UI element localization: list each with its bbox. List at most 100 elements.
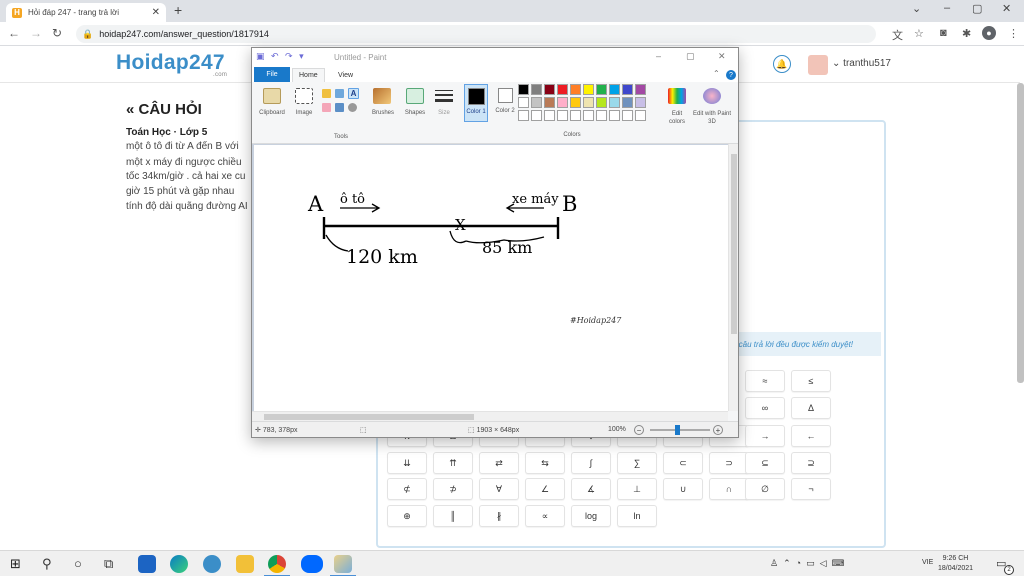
size-group[interactable]: Size xyxy=(432,84,456,142)
math-key[interactable]: ∦ xyxy=(479,505,519,527)
palette-swatch[interactable] xyxy=(609,84,620,95)
palette-swatch[interactable] xyxy=(635,84,646,95)
telegram-app-icon[interactable] xyxy=(203,555,221,573)
math-key[interactable]: ∠ xyxy=(525,478,565,500)
zalo-app-icon[interactable] xyxy=(301,555,323,573)
edit-colors-group[interactable]: Edit colors xyxy=(664,84,690,142)
tab-close-icon[interactable]: ✕ xyxy=(152,7,160,18)
extensions-puzzle-icon[interactable]: ✱ xyxy=(962,27,971,40)
palette-swatch[interactable] xyxy=(570,97,581,108)
keyboard-icon[interactable]: ⌨ xyxy=(832,558,850,568)
quick-access-toolbar[interactable]: ▣ ↶ ↷ ▾ xyxy=(256,51,306,62)
palette-swatch[interactable] xyxy=(531,84,542,95)
address-bar[interactable]: 🔒 hoidap247.com/answer_question/1817914 xyxy=(76,25,876,43)
brushes-group[interactable]: Brushes xyxy=(366,84,400,142)
math-key[interactable]: Δ xyxy=(791,397,831,419)
palette-swatch[interactable] xyxy=(583,110,594,121)
palette-swatch[interactable] xyxy=(544,110,555,121)
math-key[interactable]: ⊥ xyxy=(617,478,657,500)
translate-icon[interactable]: 文 xyxy=(892,27,903,43)
palette-swatch[interactable] xyxy=(596,97,607,108)
user-avatar[interactable] xyxy=(808,55,828,75)
image-group[interactable]: Image xyxy=(290,84,318,142)
math-key[interactable]: ∞ xyxy=(745,397,785,419)
palette-swatch[interactable] xyxy=(635,97,646,108)
palette-swatch[interactable] xyxy=(518,110,529,121)
color1-button[interactable]: Color 1 xyxy=(464,84,488,122)
horizontal-scroll-thumb[interactable] xyxy=(264,414,474,420)
paint-canvas[interactable]: A ô tô xe máy B X 120 km 85 km #Hoidap24… xyxy=(254,145,728,411)
zoom-slider[interactable] xyxy=(650,429,710,431)
math-key[interactable]: ¬ xyxy=(791,478,831,500)
palette-swatch[interactable] xyxy=(544,97,555,108)
paint-file-tab[interactable]: File xyxy=(254,67,290,82)
mail-app-icon[interactable] xyxy=(138,555,156,573)
palette-swatch[interactable] xyxy=(583,97,594,108)
math-key[interactable]: ⊂ xyxy=(663,452,703,474)
math-key[interactable]: ∝ xyxy=(525,505,565,527)
math-key[interactable]: ln xyxy=(617,505,657,527)
math-key[interactable]: ≤ xyxy=(791,370,831,392)
tray-overflow-icon[interactable]: ⌃ xyxy=(783,558,796,568)
palette-swatch[interactable] xyxy=(609,110,620,121)
start-windows-icon[interactable]: ⊞ xyxy=(10,556,21,572)
notification-bell-icon[interactable]: 🔔 xyxy=(773,55,791,73)
vertical-scroll-thumb[interactable] xyxy=(731,154,737,334)
canvas-horizontal-scrollbar[interactable] xyxy=(252,411,728,421)
file-explorer-icon[interactable] xyxy=(236,555,254,573)
taskbar-search-icon[interactable]: ⚲ xyxy=(42,556,52,572)
people-icon[interactable]: ♙ xyxy=(770,558,783,568)
palette-swatch[interactable] xyxy=(596,110,607,121)
palette-swatch[interactable] xyxy=(583,84,594,95)
palette-swatch[interactable] xyxy=(518,84,529,95)
window-maximize-icon[interactable]: ▢ xyxy=(972,2,982,15)
math-key[interactable]: ⇆ xyxy=(525,452,565,474)
username[interactable]: ⌄ tranthu517 xyxy=(832,58,891,69)
color-picker-icon[interactable] xyxy=(335,103,344,112)
edge-app-icon[interactable] xyxy=(170,555,188,573)
paint-maximize-icon[interactable]: ▢ xyxy=(686,51,695,62)
math-key[interactable]: ⇄ xyxy=(479,452,519,474)
volume-icon[interactable]: ◁ xyxy=(820,558,832,568)
math-key[interactable]: ← xyxy=(791,425,831,447)
zoom-in-icon[interactable]: + xyxy=(713,425,723,435)
math-key[interactable]: ∪ xyxy=(663,478,703,500)
new-tab-button[interactable]: + xyxy=(174,2,182,18)
browser-profile-icon[interactable]: ● xyxy=(982,26,996,40)
math-key[interactable]: ⊃ xyxy=(709,452,749,474)
fill-icon[interactable] xyxy=(335,89,344,98)
browser-tab[interactable]: H Hỏi đáp 247 - trang trả lời ✕ xyxy=(6,3,166,22)
palette-swatch[interactable] xyxy=(570,84,581,95)
palette-swatch[interactable] xyxy=(557,84,568,95)
paint-app-icon[interactable] xyxy=(334,555,352,573)
math-key[interactable]: ⇈ xyxy=(433,452,473,474)
math-key[interactable]: → xyxy=(745,425,785,447)
zoom-out-icon[interactable]: − xyxy=(634,425,644,435)
chrome-app-icon[interactable] xyxy=(268,555,286,573)
bookmark-star-icon[interactable]: ☆ xyxy=(914,27,924,40)
system-tray[interactable]: ♙⌃◔▭◁⌨ xyxy=(770,558,850,569)
paint3d-group[interactable]: Edit with Paint 3D xyxy=(692,84,732,142)
palette-swatch[interactable] xyxy=(622,97,633,108)
taskbar-clock[interactable]: 9:26 CH 18/04/2021 xyxy=(938,554,973,574)
math-key[interactable]: ║ xyxy=(433,505,473,527)
language-indicator[interactable]: VIE xyxy=(922,559,933,566)
palette-swatch[interactable] xyxy=(609,97,620,108)
math-key[interactable]: ⊄ xyxy=(387,478,427,500)
math-key[interactable]: ∅ xyxy=(745,478,785,500)
palette-swatch[interactable] xyxy=(622,110,633,121)
palette-swatch[interactable] xyxy=(557,97,568,108)
math-key[interactable]: log xyxy=(571,505,611,527)
zoom-slider-thumb[interactable] xyxy=(675,425,680,435)
paint-minimize-icon[interactable]: – xyxy=(656,51,661,61)
paint-close-icon[interactable]: ✕ xyxy=(718,51,726,62)
window-close-icon[interactable]: ✕ xyxy=(1002,2,1011,15)
shapes-group[interactable]: Shapes xyxy=(400,84,430,142)
palette-swatch[interactable] xyxy=(518,97,529,108)
task-view-icon[interactable]: ⧉ xyxy=(104,556,113,572)
math-key[interactable]: ∀ xyxy=(479,478,519,500)
palette-swatch[interactable] xyxy=(635,110,646,121)
palette-swatch[interactable] xyxy=(570,110,581,121)
browser-menu-icon[interactable]: ⋮ xyxy=(1008,27,1019,40)
palette-swatch[interactable] xyxy=(596,84,607,95)
